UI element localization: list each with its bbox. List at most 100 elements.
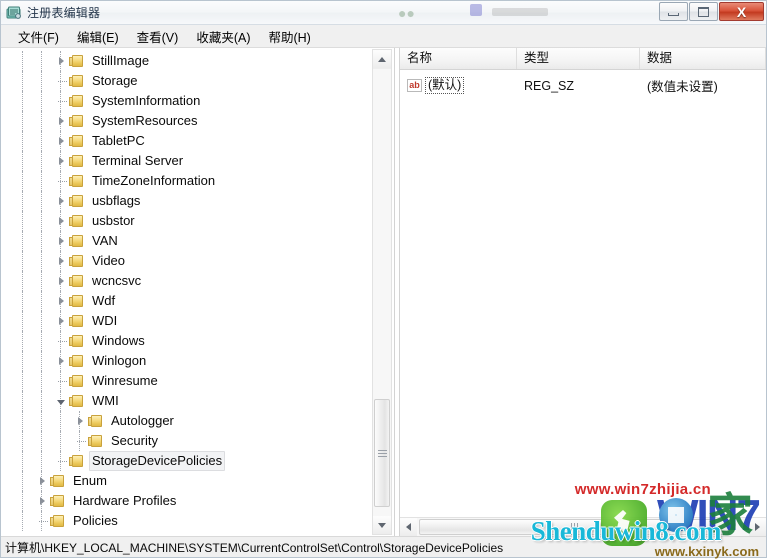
tree-guide-line xyxy=(22,491,23,511)
expand-arrow-icon[interactable] xyxy=(53,231,69,251)
tree-item-policies[interactable]: Policies xyxy=(1,511,371,531)
tree-item-timezoneinformation[interactable]: TimeZoneInformation xyxy=(1,171,371,191)
tree-item-wdi[interactable]: WDI xyxy=(1,311,371,331)
chevron-right-icon xyxy=(755,523,760,531)
tree-item-label: WDI xyxy=(92,313,118,328)
tree-item-systemresources[interactable]: SystemResources xyxy=(1,111,371,131)
tree-item-stillimage[interactable]: StillImage xyxy=(1,51,371,71)
registry-tree[interactable]: StillImage Storage SystemInformation System… xyxy=(1,48,371,531)
tree-item-security[interactable]: Security xyxy=(1,431,371,451)
registry-key-folder-icon xyxy=(88,414,104,428)
string-value-icon: ab xyxy=(407,79,422,92)
tree-item-wdf[interactable]: Wdf xyxy=(1,291,371,311)
chevron-up-icon xyxy=(378,56,386,62)
tree-guide-line xyxy=(22,451,23,471)
tree-vertical-scrollbar[interactable] xyxy=(372,49,392,535)
tree-guide-line xyxy=(22,511,23,531)
tree-guide-line xyxy=(41,451,42,471)
values-scroll-thumb[interactable] xyxy=(419,519,729,535)
values-list-body[interactable]: ab (默认) REG_SZ (数值未设置) xyxy=(400,70,766,517)
tree-item-storage[interactable]: Storage xyxy=(1,71,371,91)
tree-guide-line xyxy=(41,91,42,111)
menu-view[interactable]: 查看(V) xyxy=(128,25,188,48)
tree-item-wmi[interactable]: WMI xyxy=(1,391,371,411)
tree-item-winlogon[interactable]: Winlogon xyxy=(1,351,371,371)
maximize-button[interactable] xyxy=(689,2,718,21)
tree-item-label: Autologger xyxy=(111,413,174,428)
collapse-arrow-icon[interactable] xyxy=(53,391,69,411)
expand-arrow-icon[interactable] xyxy=(53,271,69,291)
scroll-right-button[interactable] xyxy=(749,518,766,536)
tree-leaf-stub xyxy=(53,71,69,91)
tree-item-windows[interactable]: Windows xyxy=(1,331,371,351)
expand-arrow-icon[interactable] xyxy=(34,491,50,511)
expand-arrow-icon[interactable] xyxy=(72,411,88,431)
tree-guide-line xyxy=(41,171,42,191)
tree-guide-line xyxy=(22,371,23,391)
expand-arrow-icon[interactable] xyxy=(53,311,69,331)
tree-guide-line xyxy=(41,191,42,211)
expand-arrow-icon[interactable] xyxy=(53,131,69,151)
tree-scroll-thumb[interactable] xyxy=(374,399,390,507)
column-header-name[interactable]: 名称 xyxy=(400,48,517,69)
value-name-text: (默认) xyxy=(425,77,465,94)
expand-arrow-icon[interactable] xyxy=(53,111,69,131)
tree-item-autologger[interactable]: Autologger xyxy=(1,411,371,431)
title-bar[interactable]: 注册表编辑器 X xyxy=(1,1,766,25)
tree-item-label: SystemResources xyxy=(92,113,198,128)
registry-key-folder-icon xyxy=(69,154,85,168)
expand-arrow-icon[interactable] xyxy=(53,191,69,211)
tree-item-tabletpc[interactable]: TabletPC xyxy=(1,131,371,151)
scroll-left-button[interactable] xyxy=(400,518,417,536)
tree-item-usbstor[interactable]: usbstor xyxy=(1,211,371,231)
scroll-down-button[interactable] xyxy=(373,516,391,534)
tree-item-winresume[interactable]: Winresume xyxy=(1,371,371,391)
tree-item-van[interactable]: VAN xyxy=(1,231,371,251)
expand-arrow-icon[interactable] xyxy=(53,51,69,71)
expand-arrow-icon[interactable] xyxy=(53,291,69,311)
tree-guide-line xyxy=(41,71,42,91)
column-header-type[interactable]: 类型 xyxy=(517,48,640,69)
tree-item-terminal-server[interactable]: Terminal Server xyxy=(1,151,371,171)
tree-guide-line xyxy=(41,411,42,431)
tree-item-hardware-profiles[interactable]: Hardware Profiles xyxy=(1,491,371,511)
registry-key-folder-icon xyxy=(69,274,85,288)
close-button[interactable]: X xyxy=(719,2,764,21)
menu-file[interactable]: 文件(F) xyxy=(9,25,68,48)
expand-arrow-icon[interactable] xyxy=(53,251,69,271)
expand-arrow-icon[interactable] xyxy=(53,151,69,171)
table-row[interactable]: ab (默认) REG_SZ (数值未设置) xyxy=(400,70,766,96)
column-header-data[interactable]: 数据 xyxy=(640,48,766,69)
registry-key-folder-icon xyxy=(69,194,85,208)
registry-key-folder-icon xyxy=(69,294,85,308)
tree-item-label: Policies xyxy=(73,513,118,528)
tree-item-usbflags[interactable]: usbflags xyxy=(1,191,371,211)
menu-favorites[interactable]: 收藏夹(A) xyxy=(187,25,259,48)
expand-arrow-icon[interactable] xyxy=(34,471,50,491)
tree-guide-line xyxy=(41,131,42,151)
tree-guide-line xyxy=(22,211,23,231)
tree-item-enum[interactable]: Enum xyxy=(1,471,371,491)
expand-arrow-icon[interactable] xyxy=(53,351,69,371)
tree-item-label: Wdf xyxy=(92,293,116,308)
minimize-button[interactable] xyxy=(659,2,688,21)
values-horizontal-scrollbar[interactable] xyxy=(400,517,766,536)
tree-item-video[interactable]: Video xyxy=(1,251,371,271)
tree-leaf-stub xyxy=(72,431,88,451)
tree-item-storagedevicepolicies[interactable]: StorageDevicePolicies xyxy=(1,451,371,471)
registry-key-folder-icon xyxy=(69,314,85,328)
scroll-up-button[interactable] xyxy=(373,50,391,69)
tree-item-systeminformation[interactable]: SystemInformation xyxy=(1,91,371,111)
close-icon: X xyxy=(736,3,747,20)
tree-item-wcncsvc[interactable]: wcncsvc xyxy=(1,271,371,291)
menu-help[interactable]: 帮助(H) xyxy=(259,25,319,48)
expand-arrow-icon[interactable] xyxy=(53,211,69,231)
menu-edit[interactable]: 编辑(E) xyxy=(68,25,128,48)
